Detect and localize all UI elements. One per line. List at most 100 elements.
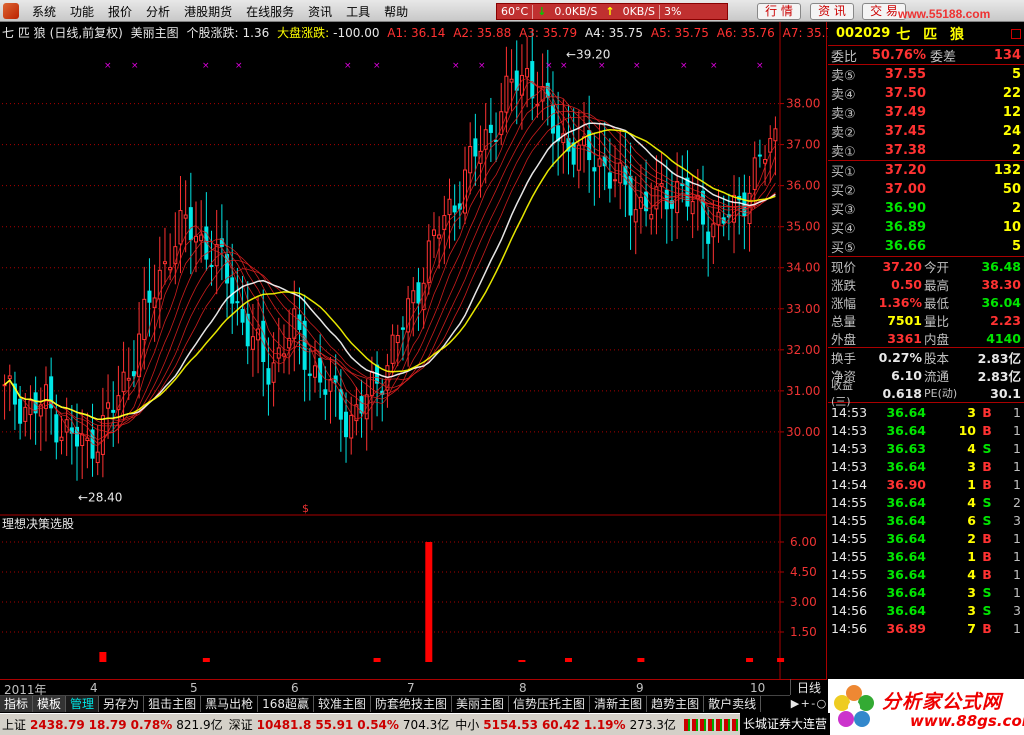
tab-fresh[interactable]: 清新主图	[590, 696, 648, 712]
tick-price: 36.64	[886, 548, 926, 564]
x-label-jul: 7	[407, 681, 415, 695]
menu-online-service[interactable]: 在线服务	[240, 3, 300, 20]
candle-body	[530, 61, 535, 99]
index-sme-name: 中小	[455, 718, 480, 732]
signal-bar	[518, 660, 526, 662]
tick-volume: 3	[967, 602, 976, 618]
menu-hk-futures[interactable]: 港股期货	[178, 3, 238, 20]
tab-beauty[interactable]: 美丽主图	[452, 696, 510, 712]
tab-retail-sell[interactable]: 散户卖线	[704, 696, 762, 712]
top-marker: ×	[131, 61, 139, 71]
tick-side: S	[982, 602, 992, 618]
download-arrow-icon: ↓	[537, 5, 547, 18]
candle-body	[664, 189, 669, 210]
quote-label: 现价	[831, 259, 857, 275]
chart-header: 七 匹 狼 (日线,前复权) 美丽主图 个股涨跌: 1.36 大盘涨跌: -100.0…	[2, 24, 868, 40]
quote-button[interactable]: 行 情	[757, 3, 801, 20]
candle-body	[468, 145, 473, 174]
candle-body	[131, 371, 136, 377]
upload-speed: 0KB/S	[622, 5, 656, 18]
quote-value: 1.36%	[878, 294, 922, 310]
tab-indicator[interactable]: 指标	[0, 696, 34, 712]
tab-168[interactable]: 168超赢	[258, 696, 314, 712]
buy-label: 买①	[831, 165, 856, 180]
sell-label: 卖⑤	[831, 69, 856, 84]
weibi-value: 50.76%	[871, 47, 926, 63]
index-sh-name: 上证	[2, 718, 27, 732]
sell-price: 37.38	[884, 143, 926, 158]
weibi-label: 委比	[831, 49, 858, 65]
chart-canvas[interactable]: 38.00 37.00 36.00 35.00 34.00 33.00 32.00 31.00…	[0, 22, 827, 679]
tick-side: S	[982, 440, 992, 456]
kline-chart-panel[interactable]: 38.00 37.00 36.00 35.00 34.00 33.00 32.00 31.00…	[0, 22, 864, 679]
quote-label: 今开	[924, 259, 950, 275]
menu-tools[interactable]: 工具	[340, 3, 376, 20]
a5-value: A5: 35.75	[650, 26, 709, 40]
main-menu: 系统 功能 报价 分析 港股期货 在线服务 资讯 工具 帮助	[26, 0, 416, 22]
tick-side: B	[982, 422, 992, 438]
sell-volume: 12	[1002, 105, 1021, 120]
tab-anti-trap[interactable]: 防套绝技主图	[371, 696, 453, 712]
tab-sniper[interactable]: 狙击主图	[144, 696, 202, 712]
usage-percent: 3%	[664, 5, 682, 18]
quote-value: 4140	[986, 330, 1021, 346]
tick-volume: 1	[967, 476, 976, 492]
cpu-temp: 60°C	[501, 5, 529, 18]
zoom-in-icon[interactable]: +	[801, 697, 810, 710]
nav-play-icon[interactable]: ▶	[791, 697, 799, 710]
candle-body	[137, 333, 142, 378]
menu-analysis[interactable]: 分析	[140, 3, 176, 20]
candle-body	[447, 198, 452, 216]
candle-body	[7, 375, 12, 380]
zoom-out-icon[interactable]: -	[811, 697, 815, 710]
buy-book: 买① 37.20 132 买② 37.00 50 买③ 36.90 2 买④ 36.89 10 …	[828, 161, 1024, 257]
flower-logo-icon	[834, 685, 874, 727]
period-selector[interactable]: 日线	[790, 679, 827, 695]
tab-trend[interactable]: 趋势主图	[647, 696, 705, 712]
candle-body	[54, 414, 59, 443]
tick-count: 1	[1013, 620, 1021, 636]
window-toggle-icon[interactable]	[1011, 28, 1021, 39]
candle-body	[271, 362, 276, 383]
candle-body	[126, 377, 131, 381]
tick-volume: 3	[967, 404, 976, 420]
menu-quote[interactable]: 报价	[102, 3, 138, 20]
tick-time: 14:56	[831, 584, 868, 600]
tick-side: B	[982, 404, 992, 420]
tick-volume: 3	[967, 458, 976, 474]
tab-calibrate[interactable]: 较准主图	[314, 696, 372, 712]
tick-list[interactable]: 14:53 36.64 3 B 1 14:53 36.64 10 B 1 14:53 36.63 4 S 1…	[828, 403, 1024, 637]
tab-save-as[interactable]: 另存为	[99, 696, 145, 712]
tab-trend-support[interactable]: 信势压托主图	[509, 696, 591, 712]
signal-bar	[202, 658, 210, 662]
buy-label: 买④	[831, 222, 856, 237]
fund-value: 2.83亿	[977, 368, 1021, 384]
menu-system[interactable]: 系统	[26, 3, 62, 20]
tick-side: B	[982, 530, 992, 546]
sell-level: 卖② 37.45 24	[828, 122, 1024, 141]
sell-price: 37.50	[884, 86, 926, 101]
candle-body	[633, 209, 638, 223]
top-marker: ×	[633, 61, 641, 71]
top-marker: ×	[756, 61, 764, 71]
logo-brand: 分析家公式网	[882, 691, 1003, 713]
candle-body	[344, 411, 349, 438]
news-button[interactable]: 资 讯	[810, 3, 854, 20]
candle-body	[219, 238, 224, 247]
tab-template[interactable]: 模板	[33, 696, 67, 712]
candle-body	[607, 172, 612, 189]
reset-icon[interactable]: ○	[817, 697, 827, 710]
menu-function[interactable]: 功能	[64, 3, 100, 20]
candle-body	[747, 192, 752, 224]
menu-help[interactable]: 帮助	[378, 3, 414, 20]
sell-label: 卖①	[831, 145, 856, 160]
tab-manage[interactable]: 管理	[66, 696, 100, 712]
tick-count: 3	[1013, 512, 1021, 528]
tick-volume: 10	[958, 422, 976, 438]
tab-dark-horse[interactable]: 黑马出枪	[201, 696, 259, 712]
a4-value: A4: 35.75	[584, 26, 644, 40]
price-tick-label: 36.00	[786, 179, 820, 193]
menu-news[interactable]: 资讯	[302, 3, 338, 20]
candle-body	[488, 124, 493, 133]
tick-price: 36.64	[886, 602, 926, 618]
